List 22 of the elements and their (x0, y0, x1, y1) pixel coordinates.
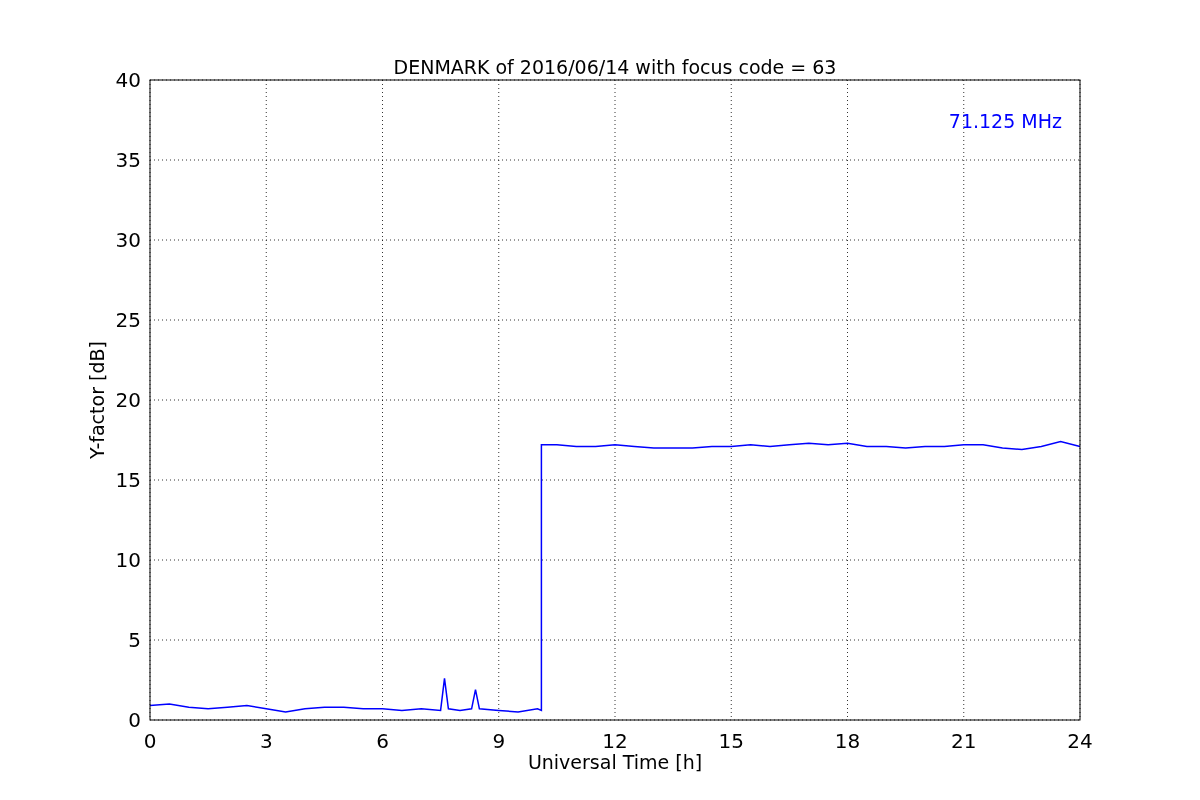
x-tick-label: 15 (718, 729, 744, 753)
y-tick-label: 20 (115, 388, 141, 412)
x-tick-label: 21 (951, 729, 977, 753)
x-tick-label: 24 (1067, 729, 1093, 753)
chart-title: DENMARK of 2016/06/14 with focus code = 63 (393, 56, 837, 78)
y-tick-label: 0 (128, 708, 141, 732)
y-tick-label: 15 (115, 468, 141, 492)
y-tick-label: 5 (128, 628, 141, 652)
x-tick-label: 6 (376, 729, 389, 753)
y-tick-label: 10 (115, 548, 141, 572)
x-tick-label: 9 (492, 729, 506, 753)
x-tick-label: 18 (834, 729, 861, 753)
y-axis-label: Y-factor [dB] (86, 341, 108, 459)
series-label: 71.125 MHz (948, 110, 1062, 132)
x-tick-label: 12 (602, 729, 628, 753)
y-tick-label: 30 (115, 228, 141, 252)
y-tick-label: 40 (115, 68, 141, 92)
x-tick-label: 0 (143, 729, 157, 753)
x-axis-label: Universal Time [h] (527, 751, 703, 773)
y-tick-label: 35 (115, 148, 141, 172)
x-tick-label: 3 (259, 729, 273, 753)
y-tick-label: 25 (115, 308, 141, 332)
